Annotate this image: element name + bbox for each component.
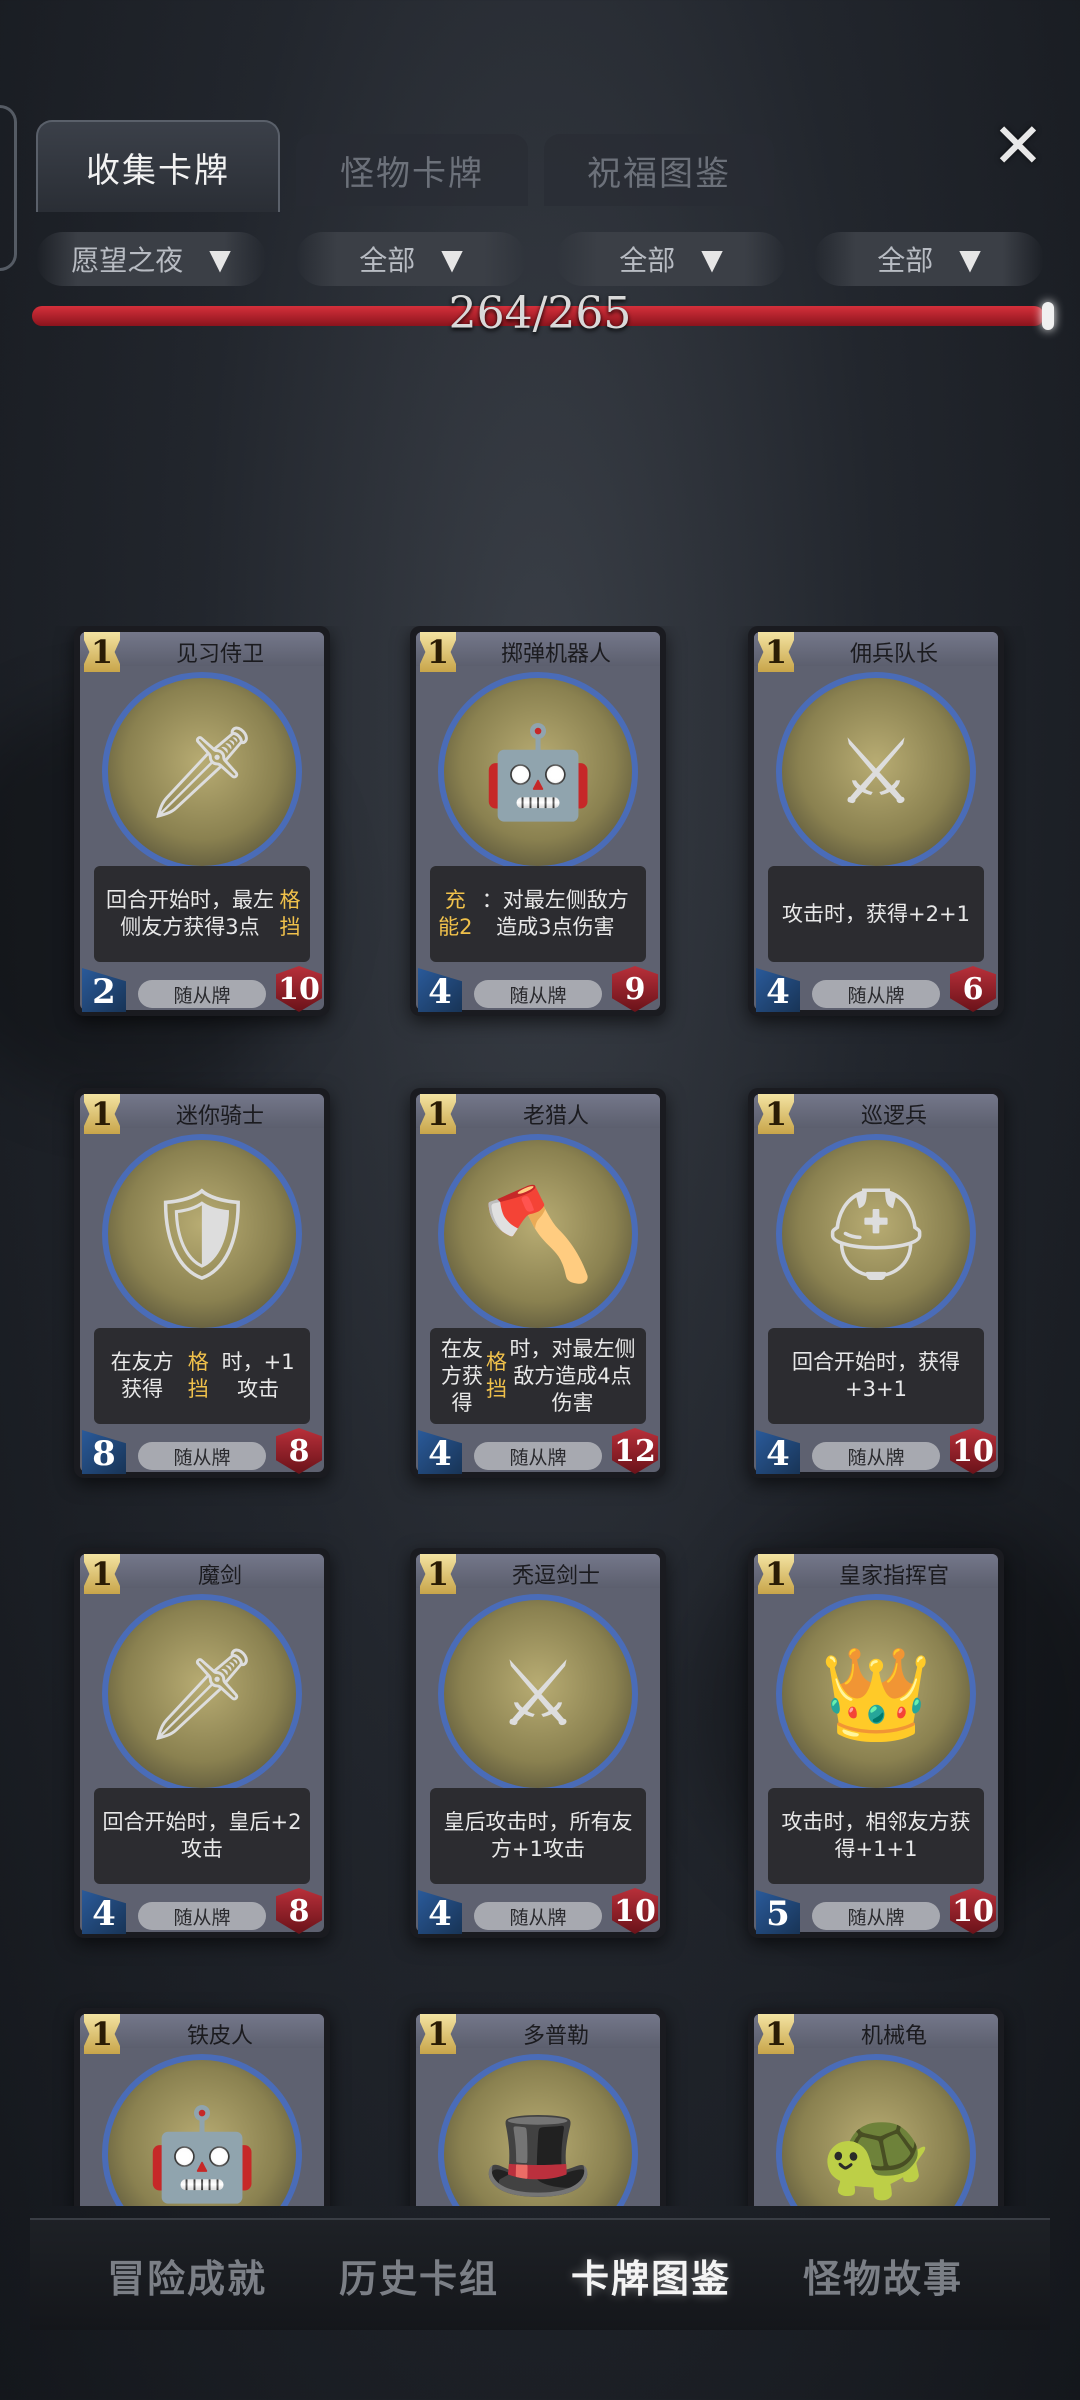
card-name: 魔剑 (197, 1564, 242, 1589)
card-type: 随从牌 (474, 980, 602, 1008)
filter-dropdown-2[interactable]: 全部 ▼ (296, 232, 526, 286)
minion-card[interactable]: 1 机械龟 🐢 (748, 2008, 1004, 2206)
card-grid: 1 见习侍卫 🗡 回合开始时，最左侧友方获得3点 格挡 2 随从牌 10 1 掷弹… (0, 626, 1080, 2206)
collection-progress-text: 264/265 (448, 288, 632, 339)
card-type: 随从牌 (138, 980, 266, 1008)
filter-label: 愿望之夜 (71, 244, 184, 277)
filter-label: 全部 (359, 244, 416, 277)
filter-label: 全部 (877, 244, 934, 277)
card-type: 随从牌 (812, 980, 940, 1008)
tab-collect-cards[interactable]: 收集卡牌 (36, 120, 280, 212)
card-cost: 1 (84, 1094, 120, 1134)
card-portrait-girl-knight: 🗡 (102, 672, 302, 872)
card-cost: 1 (84, 2014, 120, 2054)
card-portrait-bomb-robot: 🤖 (438, 672, 638, 872)
chevron-down-icon: ▼ (959, 242, 981, 276)
card-name: 皇家指挥官 (838, 1564, 949, 1589)
card-portrait-old-hunter: 🪓 (438, 1134, 638, 1334)
tab-monster-cards[interactable]: 怪物卡牌 (296, 134, 528, 206)
minion-card[interactable]: 1 秃逗剑士 ⚔ 皇后攻击时，所有友方+1攻击 4 随从牌 10 (410, 1548, 666, 1938)
card-name: 铁皮人 (186, 2024, 253, 2049)
nav-card-codex[interactable]: 卡牌图鉴 (536, 2220, 766, 2330)
card-description: 回合开始时，皇后+2攻击 (94, 1788, 310, 1884)
card-name: 巡逻兵 (860, 1104, 927, 1129)
card-description: 在友方获得 格挡 时，对最左侧敌方造成4点伤害 (430, 1328, 646, 1424)
card-portrait-patrol-soldier: ⛑ (776, 1134, 976, 1334)
card-name: 佣兵队长 (849, 642, 938, 667)
nav-adventure-achievements[interactable]: 冒险成就 (72, 2220, 302, 2330)
card-description: 皇后攻击时，所有友方+1攻击 (430, 1788, 646, 1884)
card-cost: 1 (84, 632, 120, 672)
tab-blessing-codex[interactable]: 祝福图鉴 (544, 134, 774, 206)
minion-card[interactable]: 1 皇家指挥官 👑 攻击时，相邻友方获得+1+1 5 随从牌 10 (748, 1548, 1004, 1938)
filter-label: 全部 (619, 244, 676, 277)
card-portrait-mini-knight: 🛡 (102, 1134, 302, 1334)
card-type: 随从牌 (138, 1442, 266, 1470)
minion-card[interactable]: 1 铁皮人 🤖 (74, 2008, 330, 2206)
card-cost: 1 (758, 2014, 794, 2054)
card-type: 随从牌 (812, 1442, 940, 1470)
card-cost: 1 (758, 1094, 794, 1134)
card-cost: 1 (84, 1554, 120, 1594)
card-description: 回合开始时，最左侧友方获得3点 格挡 (94, 866, 310, 962)
card-description: 充能2 ：对最左侧敌方造成3点伤害 (430, 866, 646, 962)
card-portrait-royal-commander: 👑 (776, 1594, 976, 1794)
nav-monster-stories[interactable]: 怪物故事 (768, 2220, 998, 2330)
card-name: 见习侍卫 (175, 642, 264, 667)
minion-card[interactable]: 1 巡逻兵 ⛑ 回合开始时，获得+3+1 4 随从牌 10 (748, 1088, 1004, 1478)
bottom-nav: 冒险成就 历史卡组 卡牌图鉴 怪物故事 (30, 2218, 1050, 2330)
minion-card[interactable]: 1 魔剑 🗡 回合开始时，皇后+2攻击 4 随从牌 8 (74, 1548, 330, 1938)
filter-dropdown-set[interactable]: 愿望之夜 ▼ (36, 232, 266, 286)
minion-card[interactable]: 1 多普勒 🎩 (410, 2008, 666, 2206)
card-description: 在友方获得 格挡 时，+1攻击 (94, 1328, 310, 1424)
card-name: 老猎人 (522, 1104, 589, 1129)
card-description: 攻击时，获得+2+1 (768, 866, 984, 962)
minion-card[interactable]: 1 掷弹机器人 🤖 充能2 ：对最左侧敌方造成3点伤害 4 随从牌 9 (410, 626, 666, 1016)
card-type: 随从牌 (474, 1442, 602, 1470)
minion-card[interactable]: 1 见习侍卫 🗡 回合开始时，最左侧友方获得3点 格挡 2 随从牌 10 (74, 626, 330, 1016)
card-name: 秃逗剑士 (511, 1564, 600, 1589)
filter-dropdown-4[interactable]: 全部 ▼ (814, 232, 1044, 286)
card-name: 迷你骑士 (175, 1104, 264, 1129)
card-portrait-demon-sword: 🗡 (102, 1594, 302, 1794)
filter-dropdown-3[interactable]: 全部 ▼ (556, 232, 786, 286)
close-x-icon: ✕ (992, 109, 1044, 182)
filter-bar: 愿望之夜 ▼ 全部 ▼ 全部 ▼ 全部 ▼ (26, 232, 1056, 288)
left-bracket-decoration (0, 105, 17, 271)
card-name: 多普勒 (522, 2024, 589, 2049)
minion-card[interactable]: 1 迷你骑士 🛡 在友方获得 格挡 时，+1攻击 8 随从牌 8 (74, 1088, 330, 1478)
card-name: 掷弹机器人 (500, 642, 611, 667)
minion-card[interactable]: 1 佣兵队长 ⚔ 攻击时，获得+2+1 4 随从牌 6 (748, 626, 1004, 1016)
card-description: 回合开始时，获得+3+1 (768, 1328, 984, 1424)
close-button[interactable]: ✕ (986, 114, 1050, 178)
chevron-down-icon: ▼ (209, 242, 231, 276)
card-cost: 1 (758, 1554, 794, 1594)
card-type: 随从牌 (138, 1902, 266, 1930)
tab-bar: 收集卡牌 怪物卡牌 祝福图鉴 (30, 120, 790, 212)
chevron-down-icon: ▼ (701, 242, 723, 276)
nav-history-decks[interactable]: 历史卡组 (304, 2220, 534, 2330)
card-type: 随从牌 (474, 1902, 602, 1930)
chevron-down-icon: ▼ (441, 242, 463, 276)
card-name: 机械龟 (860, 2024, 927, 2049)
card-portrait-bald-swordsman: ⚔ (438, 1594, 638, 1794)
card-type: 随从牌 (812, 1902, 940, 1930)
card-description: 攻击时，相邻友方获得+1+1 (768, 1788, 984, 1884)
card-portrait-mercenary-captain: ⚔ (776, 672, 976, 872)
card-cost: 1 (758, 632, 794, 672)
minion-card[interactable]: 1 老猎人 🪓 在友方获得 格挡 时，对最左侧敌方造成4点伤害 4 随从牌 12 (410, 1088, 666, 1478)
